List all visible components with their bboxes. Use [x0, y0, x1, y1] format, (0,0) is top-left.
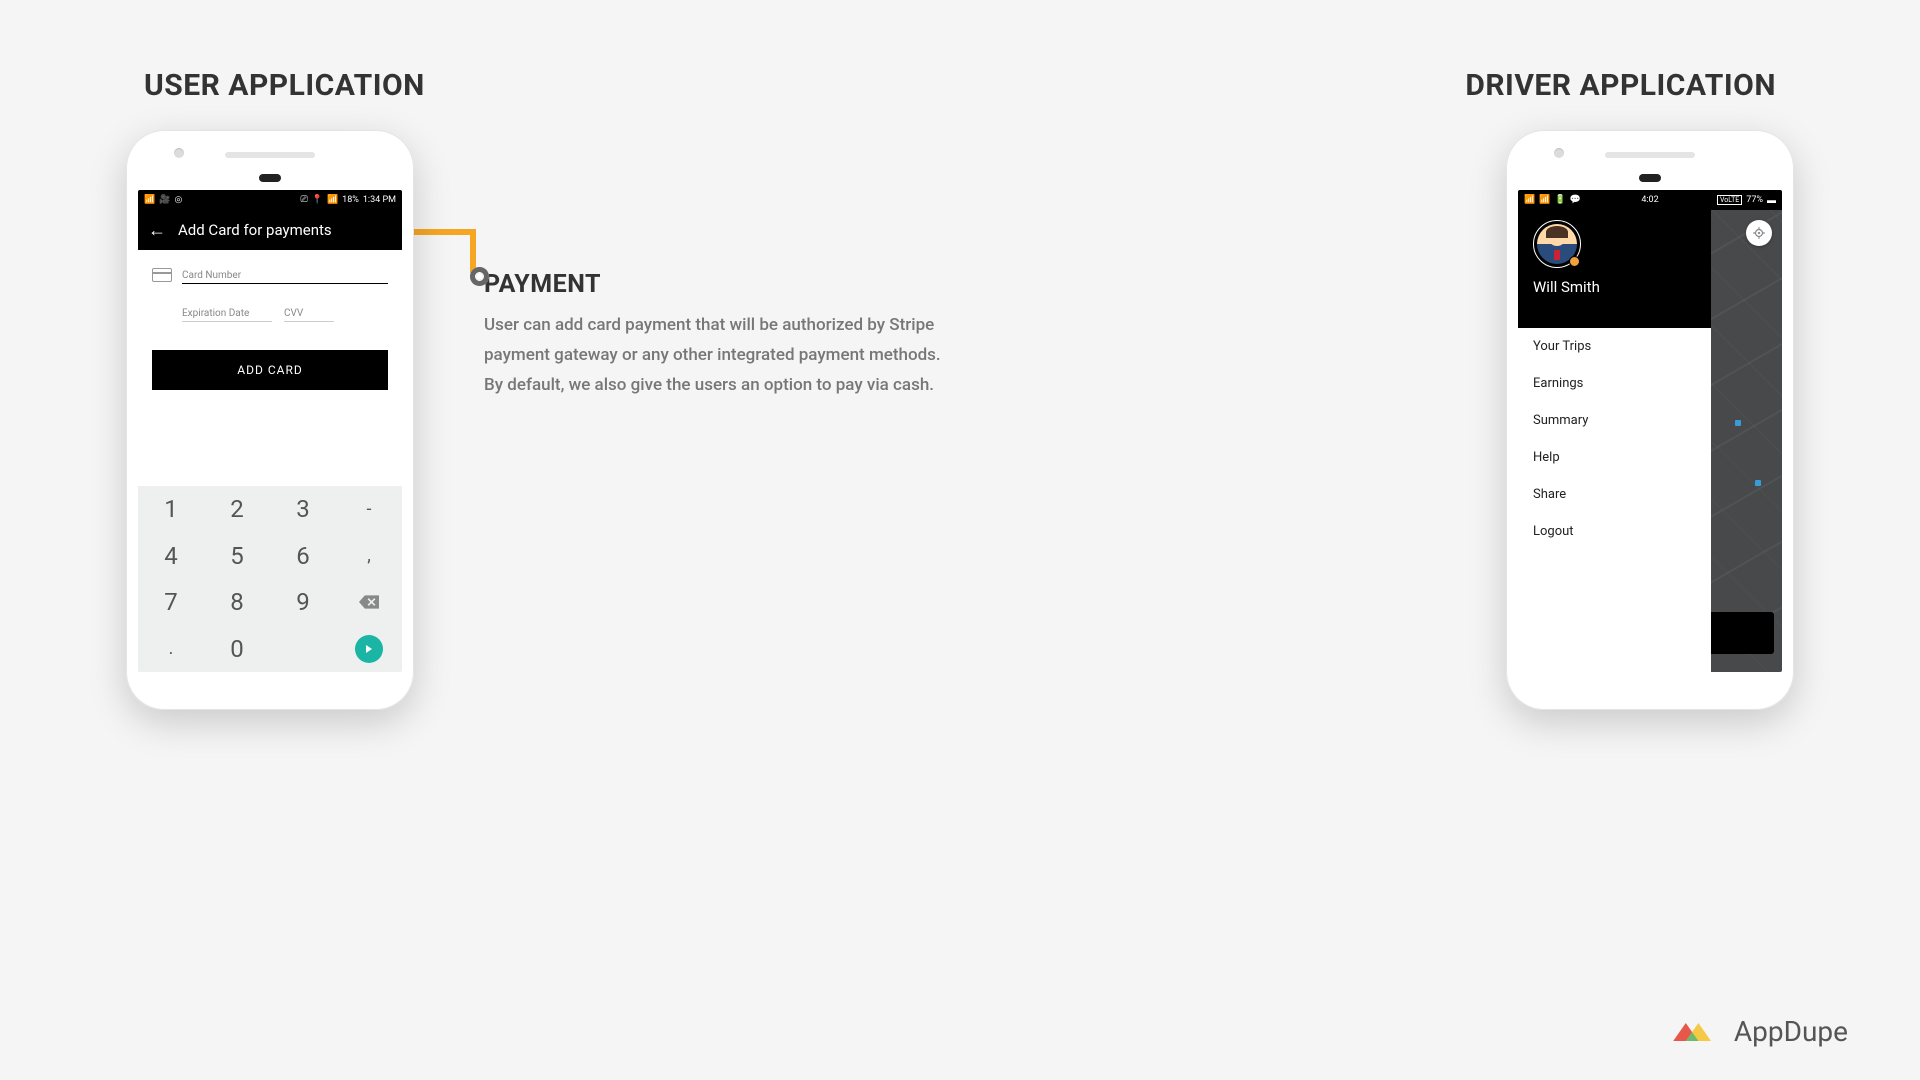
appbar-title: Add Card for payments — [178, 221, 332, 239]
phone-sensor-icon — [259, 174, 281, 182]
user-phone-frame: 📶 🎥 ◎ ⎚ 📍 📶 18% 1:34 PM ← Add Card for p… — [126, 130, 414, 710]
status-time: 1:34 PM — [363, 195, 396, 205]
menu-help[interactable]: Help — [1518, 439, 1643, 476]
menu-earnings[interactable]: Earnings — [1518, 365, 1643, 402]
back-arrow-icon[interactable]: ← — [148, 220, 166, 241]
wifi-icon: 📶 — [327, 195, 338, 205]
map-marker-icon — [1735, 420, 1741, 426]
numeric-keypad: 1 2 3 - 4 5 6 , 7 8 9 . 0 — [138, 486, 402, 672]
volte-icon: VoLTE — [1717, 195, 1742, 205]
description-block: PAYMENT User can add card payment that w… — [484, 270, 954, 400]
avatar-ring[interactable] — [1533, 220, 1581, 268]
drawer-header: Will Smith — [1518, 210, 1711, 328]
add-card-button[interactable]: ADD CARD — [152, 350, 388, 390]
appdupe-logo: AppDupe — [1666, 1015, 1848, 1048]
map-action-panel[interactable] — [1711, 612, 1774, 654]
key-empty — [270, 626, 336, 673]
key-dash[interactable]: - — [336, 486, 402, 533]
description-title: PAYMENT — [484, 270, 954, 299]
menu-share[interactable]: Share — [1518, 476, 1643, 513]
key-go[interactable] — [336, 626, 402, 673]
logo-mark-icon — [1666, 1018, 1720, 1046]
driver-phone-screen: 📶 📶 🔋 💬 4:02 VoLTE 77% ▬ Will Smith — [1518, 190, 1782, 672]
logo-text: AppDupe — [1734, 1015, 1848, 1048]
status-bar: 📶 📶 🔋 💬 4:02 VoLTE 77% ▬ — [1518, 190, 1782, 210]
key-6[interactable]: 6 — [270, 533, 336, 580]
card-form: Card Number Expiration Date CVV ADD CARD — [138, 250, 402, 404]
avatar-icon — [1537, 224, 1577, 264]
phone-camera-icon — [1554, 148, 1564, 158]
cvv-input[interactable]: CVV — [284, 308, 334, 322]
card-number-label: Card Number — [182, 270, 388, 281]
status-bar: 📶 🎥 ◎ ⎚ 📍 📶 18% 1:34 PM — [138, 190, 402, 210]
user-phone-screen: 📶 🎥 ◎ ⎚ 📍 📶 18% 1:34 PM ← Add Card for p… — [138, 190, 402, 672]
driver-name-label: Will Smith — [1533, 278, 1696, 296]
cast-icon: ⎚ — [301, 195, 308, 205]
driver-app-title: DRIVER APPLICATION — [1465, 68, 1776, 103]
phone-camera-icon — [174, 148, 184, 158]
signal-icon: 📶 — [144, 195, 155, 205]
menu-summary[interactable]: Summary — [1518, 402, 1643, 439]
cvv-label: CVV — [284, 308, 334, 319]
drawer-menu: Your Trips Earnings Summary Help Share L… — [1518, 328, 1643, 672]
app-bar: ← Add Card for payments — [138, 210, 402, 250]
circle-icon: ◎ — [174, 195, 182, 205]
phone-sensor-icon — [1639, 174, 1661, 182]
battery-icon: 🔋 — [1554, 195, 1565, 205]
key-8[interactable]: 8 — [204, 579, 270, 626]
status-time: 4:02 — [1641, 195, 1658, 205]
key-7[interactable]: 7 — [138, 579, 204, 626]
description-body: User can add card payment that will be a… — [484, 311, 954, 400]
crosshair-icon — [1752, 226, 1766, 240]
user-app-title: USER APPLICATION — [144, 68, 425, 103]
menu-your-trips[interactable]: Your Trips — [1518, 328, 1643, 365]
go-icon — [355, 635, 383, 663]
card-icon — [152, 268, 172, 282]
key-9[interactable]: 9 — [270, 579, 336, 626]
navigation-drawer: Will Smith Your Trips Earnings Summary H… — [1518, 210, 1711, 672]
battery-bar-icon: ▬ — [1767, 195, 1776, 206]
card-number-input[interactable]: Card Number — [182, 270, 388, 284]
video-icon: 🎥 — [159, 195, 170, 205]
signal2-icon: 📶 — [1539, 195, 1550, 205]
signal-icon: 📶 — [1524, 195, 1535, 205]
bullet-icon — [470, 267, 489, 286]
key-0[interactable]: 0 — [204, 626, 270, 673]
expiration-input[interactable]: Expiration Date — [182, 308, 272, 322]
key-2[interactable]: 2 — [204, 486, 270, 533]
key-1[interactable]: 1 — [138, 486, 204, 533]
battery-pct: 77% — [1746, 195, 1763, 205]
key-dot[interactable]: . — [138, 626, 204, 673]
backspace-icon — [359, 595, 379, 609]
key-comma[interactable]: , — [336, 533, 402, 580]
expiration-label: Expiration Date — [182, 308, 272, 319]
battery-pct: 18% — [342, 195, 359, 205]
gps-locate-button[interactable] — [1746, 220, 1772, 246]
menu-logout[interactable]: Logout — [1518, 513, 1643, 550]
chat-icon: 💬 — [1570, 195, 1581, 205]
location-icon: 📍 — [312, 195, 323, 205]
key-3[interactable]: 3 — [270, 486, 336, 533]
key-5[interactable]: 5 — [204, 533, 270, 580]
driver-phone-frame: 📶 📶 🔋 💬 4:02 VoLTE 77% ▬ Will Smith — [1506, 130, 1794, 710]
map-marker-icon — [1755, 480, 1761, 486]
map-background[interactable] — [1711, 210, 1782, 672]
key-backspace[interactable] — [336, 579, 402, 626]
key-4[interactable]: 4 — [138, 533, 204, 580]
